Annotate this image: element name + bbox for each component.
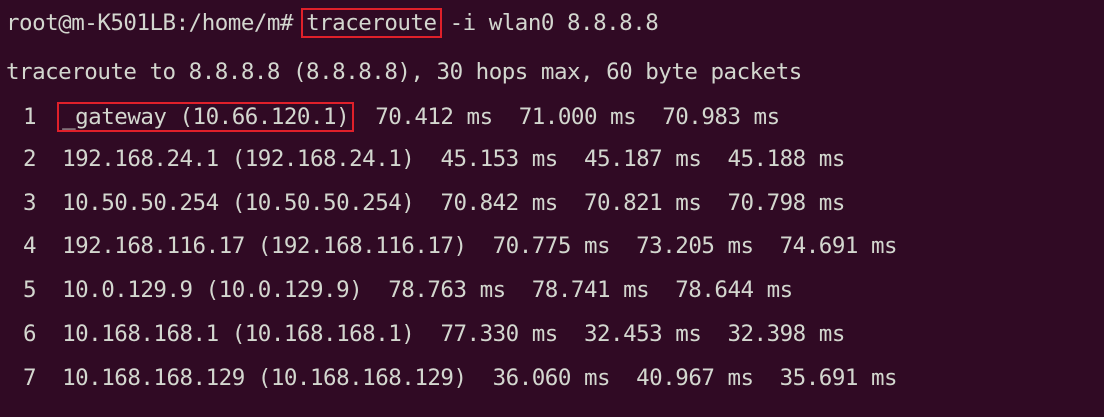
hop-times: 77.330 ms 32.453 ms 32.398 ms	[440, 321, 845, 347]
traceroute-header: traceroute to 8.8.8.8 (8.8.8.8), 30 hops…	[6, 59, 802, 85]
hop-row: 3 10.50.50.254 (10.50.50.254) 70.842 ms …	[6, 184, 845, 222]
hop-host: 10.168.168.129 (10.168.168.129)	[62, 365, 467, 391]
hop-number: 6	[22, 321, 37, 347]
command-line: root@m-K501LB:/home/m# traceroute -i wla…	[6, 4, 659, 42]
hop-number: 1	[22, 104, 37, 130]
hop-host: 192.168.24.1 (192.168.24.1)	[62, 146, 415, 172]
hop-number: 7	[22, 365, 37, 391]
hop-times: 36.060 ms 40.967 ms 35.691 ms	[492, 365, 898, 391]
hop-row: 2 192.168.24.1 (192.168.24.1) 45.153 ms …	[6, 140, 845, 178]
hop-host: 192.168.116.17 (192.168.116.17)	[62, 233, 467, 259]
hop-times: 70.412 ms 71.000 ms 70.983 ms	[375, 104, 780, 130]
hop-number: 2	[22, 146, 37, 172]
command-args: -i wlan0 8.8.8.8	[449, 10, 659, 36]
hop-times: 70.842 ms 70.821 ms 70.798 ms	[440, 190, 845, 216]
shell-prompt: root@m-K501LB:/home/m#	[6, 10, 294, 36]
hop-row: 6 10.168.168.1 (10.168.168.1) 77.330 ms …	[6, 315, 845, 353]
hop-times: 78.763 ms 78.741 ms 78.644 ms	[388, 277, 793, 303]
hop-number: 4	[22, 233, 37, 259]
command-name: traceroute	[301, 8, 442, 38]
hop-times: 70.775 ms 73.205 ms 74.691 ms	[492, 233, 898, 259]
terminal-window[interactable]: root@m-K501LB:/home/m# traceroute -i wla…	[0, 0, 1104, 417]
hop-host: 10.168.168.1 (10.168.168.1)	[62, 321, 415, 347]
hop-row: 4 192.168.116.17 (192.168.116.17) 70.775…	[6, 227, 898, 265]
hop-row: 5 10.0.129.9 (10.0.129.9) 78.763 ms 78.7…	[6, 271, 793, 309]
hop-host: _gateway (10.66.120.1)	[57, 102, 355, 132]
hop-number: 5	[22, 277, 37, 303]
hop-row: 1 _gateway (10.66.120.1) 70.412 ms 71.00…	[6, 98, 780, 136]
hop-host: 10.50.50.254 (10.50.50.254)	[62, 190, 415, 216]
hop-number: 3	[22, 190, 37, 216]
hop-row: 7 10.168.168.129 (10.168.168.129) 36.060…	[6, 359, 898, 397]
hop-times: 45.153 ms 45.187 ms 45.188 ms	[440, 146, 845, 172]
hop-host: 10.0.129.9 (10.0.129.9)	[62, 277, 363, 303]
